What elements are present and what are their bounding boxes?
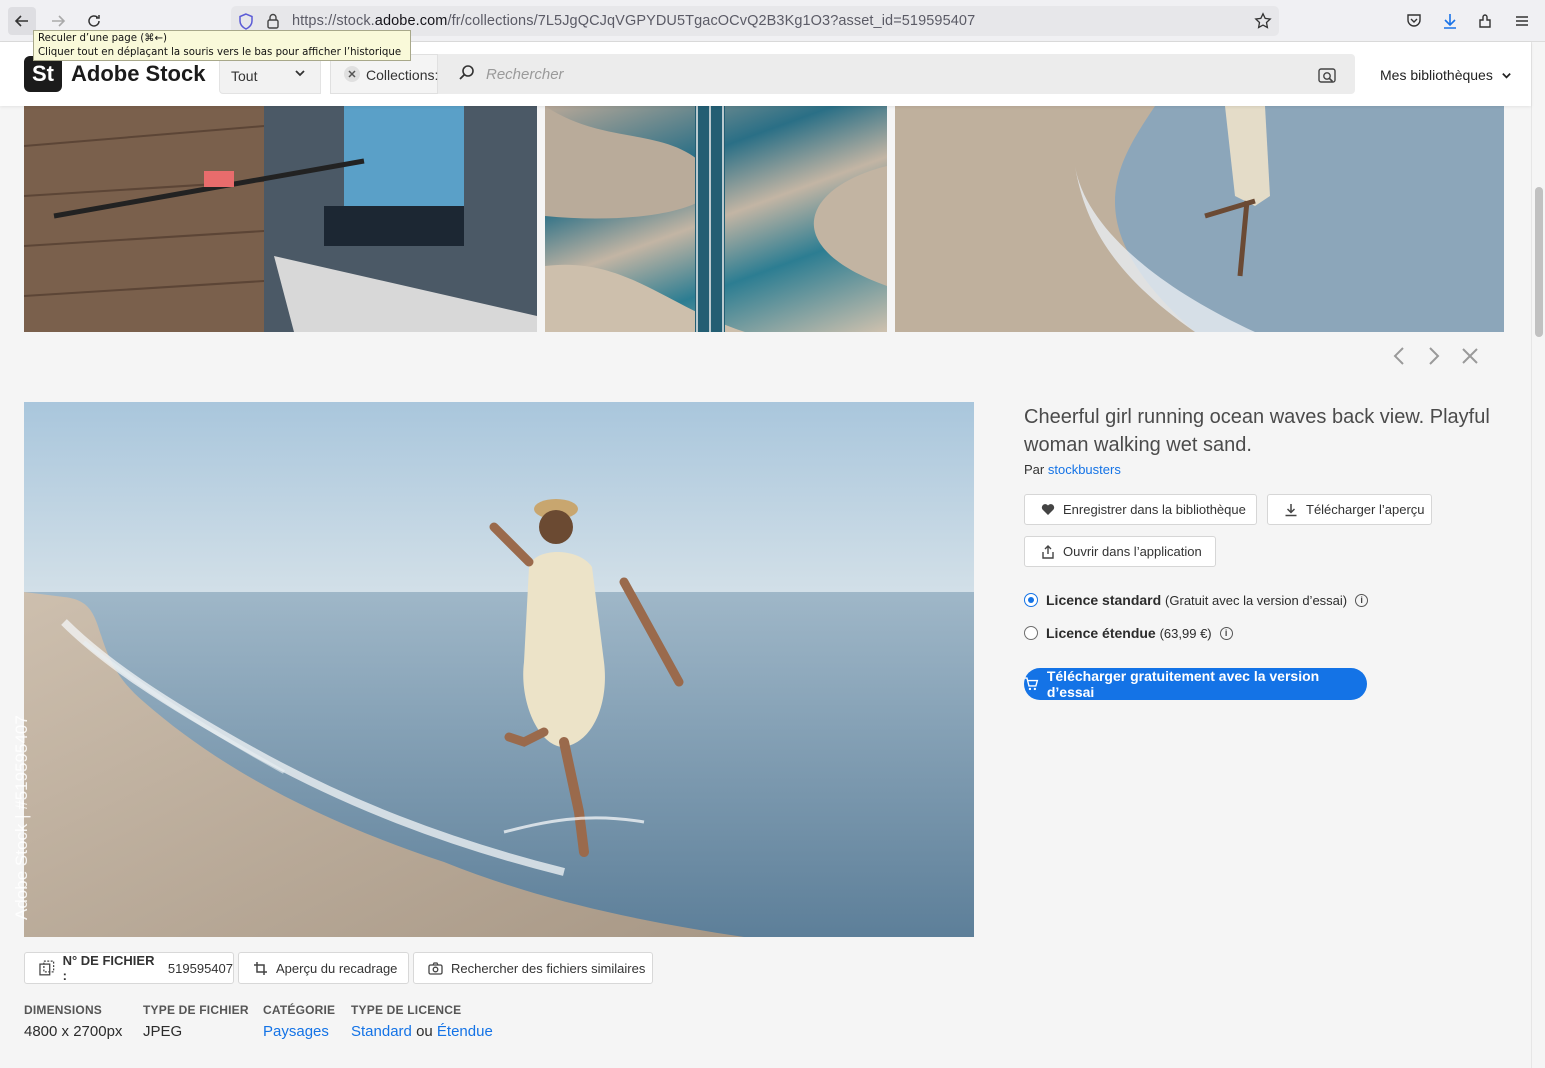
camera-icon — [428, 961, 443, 975]
url-text: https://stock.adobe.com/fr/collections/7… — [292, 13, 976, 29]
tooltip-line: Reculer d’une page (⌘←) — [38, 33, 167, 44]
download-preview-button[interactable]: Télécharger l’aperçu — [1267, 494, 1432, 525]
search-bar: Collections: — [330, 54, 1355, 94]
close-detail-button[interactable] — [1459, 345, 1481, 367]
crop-icon — [254, 961, 267, 975]
chevron-down-icon — [295, 70, 305, 77]
lock-icon[interactable] — [266, 13, 280, 29]
author-prefix: Par — [1024, 462, 1045, 477]
thumbnail-beach[interactable] — [895, 106, 1504, 332]
page-scrollbar[interactable] — [1531, 42, 1545, 1068]
arrow-left-icon — [14, 15, 28, 27]
spec-label-license-type: TYPE DE LICENCE — [351, 1003, 462, 1017]
heart-icon — [1041, 504, 1055, 515]
reload-icon — [88, 15, 100, 27]
tooltip-line: Cliquer tout en déplaçant la souris vers… — [38, 47, 402, 58]
license-option-standard[interactable]: Licence standard (Gratuit avec la versio… — [1024, 592, 1369, 608]
file-number-button[interactable]: N° DE FICHIER : 519595407 — [24, 952, 234, 984]
license-detail: (Gratuit avec la version d’essai) — [1165, 593, 1348, 608]
filter-value: Tout — [231, 68, 258, 84]
asset-preview-image[interactable] — [24, 402, 974, 937]
cta-label: Télécharger gratuitement avec la version… — [1046, 668, 1320, 700]
collection-chip-label: Collections: — [366, 67, 439, 83]
license-option-extended[interactable]: Licence étendue (63,99 €) i — [1024, 625, 1233, 641]
info-icon[interactable]: i — [1219, 626, 1233, 640]
license-separator: ou — [416, 1023, 433, 1040]
copy-icon — [39, 960, 55, 976]
license-link-standard[interactable]: Standard — [351, 1023, 412, 1040]
chevron-left-icon — [1393, 347, 1404, 365]
download-icon — [1285, 503, 1297, 516]
image-watermark-id: Adobe Stock | #519595407 — [12, 715, 31, 920]
crop-preview-label: Aperçu du recadrage — [276, 960, 398, 976]
spec-label-dimensions: DIMENSIONS — [24, 1003, 103, 1017]
libraries-label: Mes bibliothèques — [1380, 67, 1493, 83]
stock-logo[interactable]: St — [24, 56, 62, 92]
author-link[interactable]: stockbusters — [1048, 462, 1121, 477]
bookmark-star-icon[interactable] — [1254, 12, 1272, 30]
my-libraries-menu[interactable]: Mes bibliothèques — [1380, 67, 1512, 83]
back-tooltip: Reculer d’une page (⌘←) Cliquer tout en … — [33, 30, 411, 61]
cart-icon — [1024, 677, 1039, 691]
pocket-icon[interactable] — [1403, 10, 1425, 32]
spec-label-file-type: TYPE DE FICHIER — [143, 1003, 249, 1017]
close-icon — [1462, 348, 1478, 364]
license-name: Licence étendue — [1046, 625, 1156, 641]
open-in-app-button[interactable]: Ouvrir dans l’application — [1024, 536, 1216, 567]
license-detail: (63,99 €) — [1159, 626, 1212, 641]
save-to-library-label: Enregistrer dans la bibliothèque — [1063, 502, 1246, 517]
visual-search-icon[interactable] — [1318, 66, 1336, 84]
chevron-right-icon — [1429, 347, 1440, 365]
spec-value-file-type: JPEG — [143, 1023, 183, 1040]
author-line: Par stockbusters — [1024, 462, 1121, 477]
share-icon — [1042, 544, 1054, 559]
search-icon — [459, 65, 474, 80]
save-to-library-button[interactable]: Enregistrer dans la bibliothèque — [1024, 494, 1257, 525]
logo-mark: St — [32, 61, 54, 86]
spec-label-category: CATÉGORIE — [263, 1003, 336, 1017]
close-icon[interactable] — [343, 65, 361, 83]
logo-text[interactable]: Adobe Stock — [71, 61, 205, 87]
arrow-right-icon — [52, 15, 66, 27]
scrollbar-thumb[interactable] — [1535, 187, 1543, 337]
open-in-app-label: Ouvrir dans l’application — [1063, 544, 1202, 559]
spec-value-dimensions: 4800 x 2700px — [24, 1023, 123, 1040]
back-button[interactable] — [8, 7, 36, 35]
file-number-value: 519595407 — [167, 960, 233, 976]
menu-icon[interactable] — [1511, 10, 1533, 32]
license-radio-standard[interactable] — [1024, 593, 1038, 607]
find-similar-button[interactable]: Rechercher des fichiers similaires — [413, 952, 653, 984]
chevron-down-icon — [1501, 73, 1511, 79]
spec-link-category[interactable]: Paysages — [263, 1023, 329, 1040]
free-trial-download-button[interactable]: Télécharger gratuitement avec la version… — [1024, 668, 1367, 700]
license-link-extended[interactable]: Étendue — [437, 1023, 493, 1040]
search-input[interactable] — [486, 63, 1286, 85]
asset-title: Cheerful girl running ocean waves back v… — [1024, 406, 1490, 456]
shield-icon[interactable] — [238, 13, 254, 30]
download-icon[interactable] — [1439, 10, 1461, 32]
find-similar-label: Rechercher des fichiers similaires — [451, 960, 646, 976]
info-icon[interactable]: i — [1355, 593, 1369, 607]
license-name: Licence standard — [1046, 592, 1162, 608]
thumbnail-rowing[interactable] — [24, 106, 537, 332]
file-number-label: N° DE FICHIER : — [62, 953, 155, 983]
extensions-icon[interactable] — [1475, 10, 1497, 32]
license-radio-extended[interactable] — [1024, 626, 1038, 640]
thumbnail-aerial-river[interactable] — [545, 106, 887, 332]
download-preview-label: Télécharger l’aperçu — [1306, 502, 1425, 517]
crop-preview-button[interactable]: Aperçu du recadrage — [238, 952, 409, 984]
previous-asset-button[interactable] — [1388, 345, 1410, 367]
next-asset-button[interactable] — [1423, 345, 1445, 367]
spec-value-license-type: Standard ou Étendue — [351, 1023, 493, 1040]
